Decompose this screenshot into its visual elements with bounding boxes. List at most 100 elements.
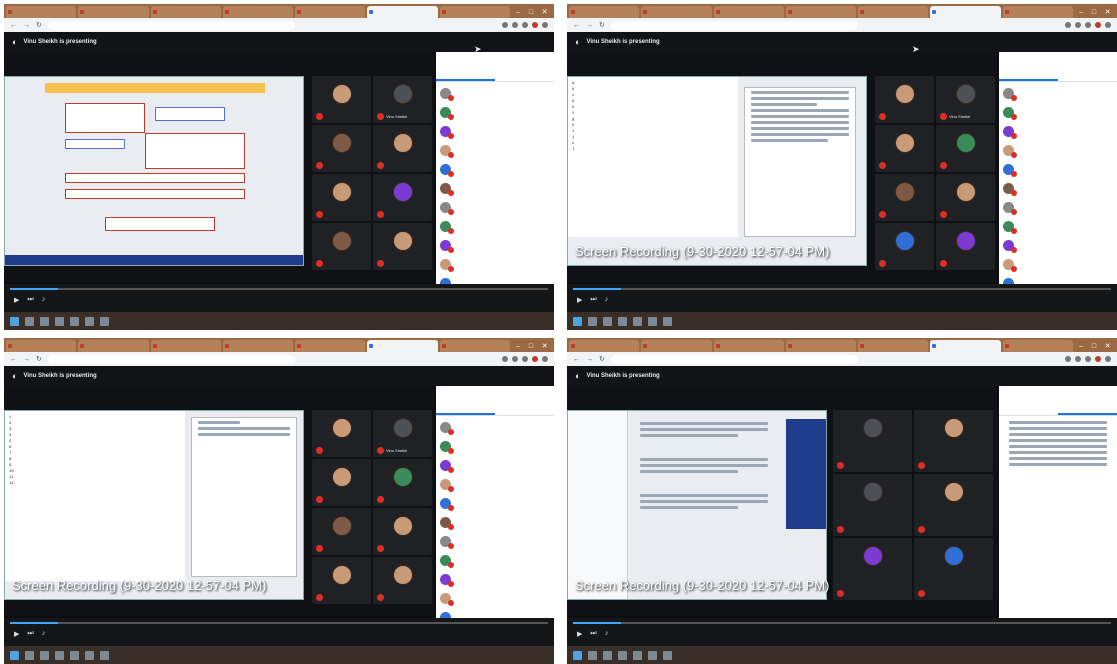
browser-tab[interactable] bbox=[930, 340, 1001, 352]
extension-icon[interactable] bbox=[522, 356, 528, 362]
browser-tab[interactable] bbox=[78, 340, 149, 352]
people-list-item[interactable] bbox=[1003, 255, 1113, 274]
people-list-item[interactable] bbox=[440, 255, 550, 274]
taskbar-app-icon[interactable] bbox=[588, 316, 597, 326]
reload-icon[interactable]: ↻ bbox=[599, 355, 605, 363]
participant-tile[interactable] bbox=[312, 223, 371, 270]
taskbar-app-icon[interactable] bbox=[100, 316, 109, 326]
reload-icon[interactable]: ↻ bbox=[36, 355, 42, 363]
maximize-icon[interactable]: □ bbox=[529, 9, 533, 16]
people-list-item[interactable] bbox=[1003, 160, 1113, 179]
extension-icon[interactable] bbox=[542, 22, 548, 28]
taskbar-app-icon[interactable] bbox=[618, 650, 627, 660]
browser-tab[interactable] bbox=[641, 6, 712, 18]
taskbar-app-icon[interactable] bbox=[618, 316, 627, 326]
browser-tab[interactable] bbox=[295, 340, 366, 352]
extension-icon[interactable] bbox=[522, 22, 528, 28]
forward-icon[interactable]: → bbox=[23, 22, 30, 29]
extension-icon[interactable] bbox=[1085, 356, 1091, 362]
people-list-item[interactable] bbox=[440, 513, 550, 532]
extension-icon[interactable] bbox=[1095, 356, 1101, 362]
taskbar-app-icon[interactable] bbox=[663, 650, 672, 660]
participant-tile[interactable] bbox=[373, 174, 432, 221]
maximize-icon[interactable]: □ bbox=[1092, 9, 1096, 16]
browser-tab[interactable] bbox=[150, 340, 221, 352]
maximize-icon[interactable]: □ bbox=[529, 343, 533, 350]
participant-tile[interactable] bbox=[936, 125, 995, 172]
taskbar-app-icon[interactable] bbox=[70, 650, 79, 660]
people-list-item[interactable] bbox=[440, 589, 550, 608]
browser-tab[interactable] bbox=[713, 340, 784, 352]
browser-tab[interactable] bbox=[858, 6, 929, 18]
people-list-item[interactable] bbox=[440, 236, 550, 255]
people-list-item[interactable] bbox=[1003, 274, 1113, 284]
participant-tile[interactable] bbox=[373, 125, 432, 172]
extension-icon[interactable] bbox=[542, 356, 548, 362]
browser-tab[interactable] bbox=[222, 340, 294, 352]
browser-tab[interactable] bbox=[150, 6, 221, 18]
extension-icon[interactable] bbox=[502, 356, 508, 362]
play-icon[interactable]: ▶ bbox=[577, 296, 582, 304]
taskbar-app-icon[interactable] bbox=[100, 650, 109, 660]
participant-tile[interactable] bbox=[875, 125, 934, 172]
url-field[interactable] bbox=[47, 20, 296, 30]
taskbar-app-icon[interactable] bbox=[633, 316, 642, 326]
people-list-item[interactable] bbox=[1003, 122, 1113, 141]
browser-tab[interactable] bbox=[1002, 6, 1073, 18]
tab-chat[interactable] bbox=[1058, 402, 1117, 415]
forward-icon[interactable]: → bbox=[586, 356, 593, 363]
reload-icon[interactable]: ↻ bbox=[599, 21, 605, 29]
taskbar-app-icon[interactable] bbox=[633, 650, 642, 660]
skip-icon[interactable]: ⏭ bbox=[27, 630, 33, 638]
browser-tab[interactable] bbox=[785, 340, 857, 352]
tab-chat[interactable] bbox=[495, 402, 554, 415]
people-list-item[interactable] bbox=[1003, 236, 1113, 255]
browser-tab[interactable] bbox=[930, 6, 1001, 18]
participant-tile[interactable] bbox=[312, 410, 371, 457]
start-icon[interactable] bbox=[573, 650, 582, 660]
skip-icon[interactable]: ⏭ bbox=[590, 630, 596, 638]
browser-tab[interactable] bbox=[6, 6, 77, 18]
extension-icon[interactable] bbox=[1085, 22, 1091, 28]
participant-tile[interactable] bbox=[312, 459, 371, 506]
extension-icon[interactable] bbox=[1095, 22, 1101, 28]
taskbar-app-icon[interactable] bbox=[603, 316, 612, 326]
extension-icon[interactable] bbox=[1065, 356, 1071, 362]
tab-people[interactable] bbox=[999, 68, 1058, 81]
people-list-item[interactable] bbox=[440, 418, 550, 437]
participant-tile[interactable] bbox=[914, 538, 993, 600]
extension-icon[interactable] bbox=[502, 22, 508, 28]
tab-people[interactable] bbox=[999, 402, 1058, 415]
taskbar-app-icon[interactable] bbox=[603, 650, 612, 660]
browser-tab[interactable] bbox=[785, 6, 857, 18]
people-list-item[interactable] bbox=[440, 570, 550, 589]
skip-icon[interactable]: ⏭ bbox=[27, 296, 33, 304]
extension-icon[interactable] bbox=[1075, 22, 1081, 28]
maximize-icon[interactable]: □ bbox=[1092, 343, 1096, 350]
taskbar-app-icon[interactable] bbox=[25, 316, 34, 326]
play-icon[interactable]: ▶ bbox=[577, 630, 582, 638]
tab-people[interactable] bbox=[436, 402, 495, 415]
people-list-item[interactable] bbox=[1003, 84, 1113, 103]
people-list-item[interactable] bbox=[440, 274, 550, 284]
participant-tile[interactable] bbox=[875, 174, 934, 221]
people-list-item[interactable] bbox=[440, 103, 550, 122]
participant-tile[interactable] bbox=[312, 76, 371, 123]
browser-tab[interactable] bbox=[6, 340, 77, 352]
skip-icon[interactable]: ⏭ bbox=[590, 296, 596, 304]
participant-tile[interactable] bbox=[833, 538, 912, 600]
people-list-item[interactable] bbox=[1003, 179, 1113, 198]
extension-icon[interactable] bbox=[1105, 22, 1111, 28]
participant-tile[interactable] bbox=[875, 223, 934, 270]
browser-tab[interactable] bbox=[295, 6, 366, 18]
taskbar-app-icon[interactable] bbox=[648, 316, 657, 326]
minimize-icon[interactable]: – bbox=[516, 9, 520, 16]
back-icon[interactable]: ← bbox=[10, 22, 17, 29]
taskbar-app-icon[interactable] bbox=[648, 650, 657, 660]
people-list-item[interactable] bbox=[440, 217, 550, 236]
people-list-item[interactable] bbox=[440, 141, 550, 160]
participant-tile[interactable] bbox=[312, 125, 371, 172]
tab-people[interactable] bbox=[436, 68, 495, 81]
participant-tile[interactable] bbox=[373, 557, 432, 604]
people-list-item[interactable] bbox=[440, 179, 550, 198]
